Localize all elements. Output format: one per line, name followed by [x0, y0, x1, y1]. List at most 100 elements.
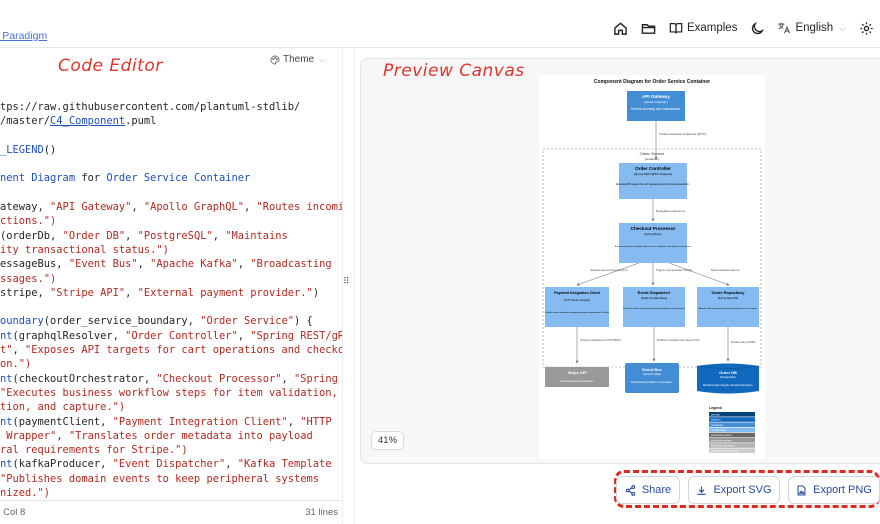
- code-token: ,: [12, 344, 26, 357]
- legend-item-label: person: [711, 412, 721, 416]
- code-token: "Apollo GraphQL": [143, 201, 244, 214]
- code-token: for: [81, 172, 107, 185]
- zoom-level-badge[interactable]: 41%: [371, 431, 405, 450]
- code-token: ,: [243, 201, 257, 214]
- code-token: (): [43, 143, 57, 156]
- preview-canvas[interactable]: Preview Canvas Component Diagram for Ord…: [360, 58, 880, 464]
- code-line: ssages."): [0, 272, 342, 286]
- drag-grip-icon[interactable]: ⠿: [343, 276, 350, 287]
- code-token: on."): [0, 358, 32, 371]
- theme-select[interactable]: Theme ⌵: [270, 54, 325, 65]
- code-line: ctions."): [0, 214, 342, 228]
- language-label: English: [795, 22, 834, 34]
- legend-title: Legend: [709, 406, 722, 410]
- node-checkout-processor-desc: Executes business workflow steps for ite…: [615, 245, 692, 248]
- code-line: "Publishes domain events to keep periphe…: [0, 472, 342, 486]
- node-payment-client-tech: [HTTP Service Wrapper]: [564, 299, 590, 302]
- code-token: (order_service_boundary,: [43, 315, 201, 328]
- export-png-button[interactable]: Export PNG: [788, 476, 880, 504]
- folder-icon[interactable]: [635, 14, 663, 42]
- settings-gear-icon[interactable]: [852, 14, 880, 42]
- code-token: "Order DB": [62, 229, 126, 242]
- legend-item-label: external system: [711, 438, 733, 442]
- legend-item-label: container: [711, 423, 723, 427]
- theme-label: Theme: [283, 54, 315, 65]
- edge-processor-dispatcher-label: Triggers event generation through: [656, 269, 693, 272]
- code-line: essageBus, "Event Bus", "Apache Kafka", …: [0, 257, 342, 271]
- code-line: Wrapper", "Translates order metadata int…: [0, 429, 342, 443]
- code-line: ateway, "API Gateway", "Apollo GraphQL",…: [0, 200, 342, 214]
- examples-button[interactable]: Examples: [663, 14, 744, 42]
- code-token: ,: [287, 415, 301, 428]
- editor-header: Code Editor Theme ⌵: [0, 48, 342, 76]
- code-token: nt: [0, 372, 13, 385]
- code-token: "Order Service": [200, 315, 295, 328]
- code-token: ral requirements for Stripe."): [0, 444, 188, 457]
- code-token: nt: [0, 415, 13, 428]
- rendered-diagram: Component Diagram for Order Service Cont…: [539, 75, 765, 459]
- node-order-controller-tech: [Spring REST/gRPC Endpoint]: [634, 172, 672, 176]
- code-token: tion, and capture."): [0, 401, 126, 414]
- node-order-repository-desc: Abstracts data repository interactions a…: [698, 307, 757, 310]
- export-svg-button[interactable]: Export SVG: [688, 476, 780, 504]
- legend-item-label: system: [711, 418, 721, 422]
- node-order-db-tech: [PostgreSQL]: [720, 375, 736, 379]
- node-stripe-api-desc: External payment provider.: [560, 379, 593, 383]
- language-select[interactable]: English ⌵: [771, 14, 852, 42]
- node-event-bus-tech: [Apache Kafka]: [643, 372, 661, 376]
- code-token: ): [312, 286, 320, 299]
- boundary-sublabel: [container]: [645, 157, 659, 161]
- share-label: Share: [641, 484, 672, 496]
- code-token: ssages."): [0, 272, 57, 285]
- code-token: /master/: [0, 115, 51, 128]
- code-line: nt(kafkaProducer, "Event Dispatcher", "K…: [0, 457, 342, 471]
- edge-payment-stripe-label: Processes transaction on [HTTP/REST]: [580, 339, 621, 342]
- node-payment-client-name: Payment Integration Client: [554, 291, 600, 295]
- code-token: ,: [237, 258, 251, 271]
- code-token: .puml: [125, 115, 157, 128]
- code-line: _LEGEND(): [0, 143, 342, 157]
- code-token: "Broadcasting: [250, 258, 332, 271]
- code-token: "Translates order metadata into payload: [68, 429, 313, 442]
- code-line: nt(checkoutOrchestrator, "Checkout Proce…: [0, 372, 342, 386]
- top-toolbar: Examples English ⌵: [607, 14, 880, 42]
- code-token: "Executes business workflow steps for it…: [0, 386, 338, 399]
- share-button[interactable]: Share: [616, 476, 680, 504]
- code-token: "Apache Kafka": [150, 258, 238, 271]
- code-line: nized."): [0, 486, 342, 500]
- cursor-position: | Col 8: [0, 507, 26, 518]
- node-checkout-processor-tech: [Spring Bean]: [645, 232, 662, 236]
- node-order-controller-desc: Exposes API targets for cart operations …: [616, 182, 690, 186]
- legend-item-label: external person: [711, 433, 732, 437]
- node-event-dispatcher-name: Event Dispatcher: [638, 290, 671, 295]
- code-token: "API Gateway": [50, 201, 132, 214]
- breadcrumb-link[interactable]: l Paradigm: [0, 30, 47, 42]
- code-token: oundary: [0, 315, 44, 328]
- code-token: ) {: [294, 315, 313, 328]
- code-token: "Spring REST/gRPC: [250, 329, 342, 342]
- home-icon[interactable]: [607, 14, 635, 42]
- edge-processor-repository-label: Saves transaction state via: [711, 269, 740, 272]
- code-line: nent Diagram for Order Service Container: [0, 171, 342, 185]
- download-icon: [697, 485, 707, 495]
- node-order-db-name: Order DB: [719, 370, 737, 375]
- node-api-gateway-tech: [Apollo GraphQL]: [644, 100, 667, 104]
- examples-label: Examples: [686, 22, 738, 34]
- code-token: tps://raw.githubusercontent.com/plantuml…: [0, 101, 301, 113]
- dark-mode-moon-icon[interactable]: [743, 14, 771, 42]
- code-token: (kafkaProducer,: [12, 458, 113, 471]
- code-line: nt(paymentClient, "Payment Integration C…: [0, 415, 342, 429]
- palette-icon: [270, 54, 280, 65]
- diagram-legend: Legend personsystemcontainercomponentext…: [709, 406, 755, 453]
- code-token: "Spring: [294, 372, 338, 385]
- code-text-area[interactable]: tps://raw.githubusercontent.com/plantuml…: [0, 100, 342, 524]
- code-line: tps://raw.githubusercontent.com/plantuml…: [0, 100, 342, 114]
- image-file-icon: [797, 485, 806, 495]
- code-token: "External payment provider.": [137, 286, 313, 299]
- code-line: nt(graphqlResolver, "Order Controller", …: [0, 329, 342, 343]
- code-token: nized."): [0, 487, 51, 500]
- code-token: "Event Dispatcher": [112, 458, 226, 471]
- export-svg-label: Export SVG: [713, 484, 772, 496]
- preview-canvas-annotation: Preview Canvas: [383, 61, 525, 81]
